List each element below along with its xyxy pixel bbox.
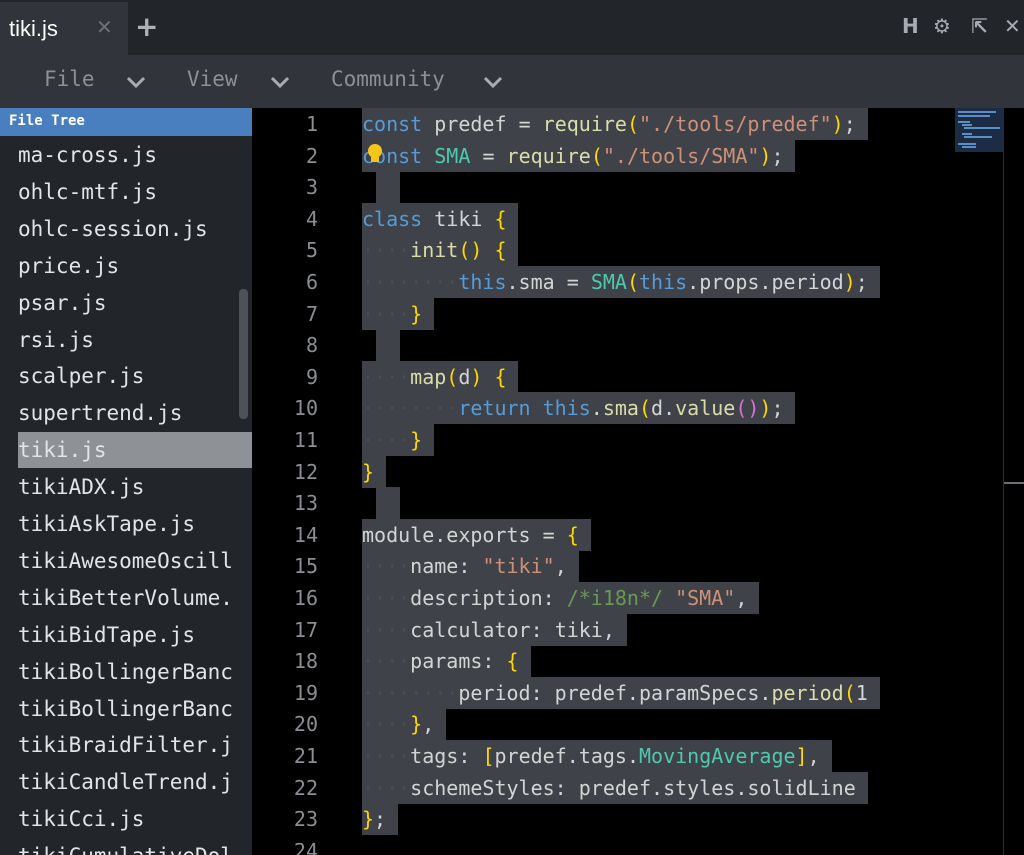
line-number: 18: [293, 649, 318, 674]
file-tree-item[interactable]: tikiBetterVolume.: [18, 580, 252, 616]
file-tree-item[interactable]: ohlc-mtf.js: [18, 174, 252, 210]
file-tree-item[interactable]: rsi.js: [18, 322, 252, 358]
scrollbar-marker: [1004, 482, 1024, 484]
minimap[interactable]: [955, 108, 1003, 152]
line-number: 5: [305, 238, 318, 263]
line-number-gutter: 1 2 3 4 5 6 7 8 9 10 11 12 13 14 15 16 17 18 19 20 21 22 23 24: [252, 108, 352, 855]
chevron-down-icon[interactable]: [123, 69, 149, 93]
line-number: 23: [293, 807, 318, 832]
file-tree-item[interactable]: tikiADX.js: [18, 469, 252, 505]
file-tree-item[interactable]: ohlc-session.js: [18, 211, 252, 247]
file-tree-item[interactable]: tikiCandleTrend.j: [18, 764, 252, 800]
file-tree-item[interactable]: price.js: [18, 248, 252, 284]
line-number: 9: [305, 364, 318, 389]
file-tree-item[interactable]: supertrend.js: [18, 395, 252, 431]
line-number: 17: [293, 617, 318, 642]
gear-icon[interactable]: ⚙: [933, 14, 951, 38]
code-line: }: [362, 459, 375, 484]
line-number: 4: [305, 206, 318, 231]
selection-highlight: [376, 171, 401, 204]
file-tree-header: File Tree: [0, 108, 252, 136]
file-tree-scrollbar[interactable]: [239, 289, 248, 419]
line-number: 24: [293, 838, 318, 855]
code-line: ········this.sma = SMA(this.props.period…: [362, 270, 868, 294]
code-line: ····description: /*i18n*/ "SMA",: [362, 586, 748, 610]
file-tree-item[interactable]: ma-cross.js: [18, 137, 252, 173]
code-line: ····}: [362, 301, 423, 326]
file-tree-item[interactable]: tikiBollingerBanc: [18, 654, 252, 690]
code-line: module.exports = {: [362, 522, 579, 547]
chevron-down-icon[interactable]: [267, 69, 293, 93]
line-number: 19: [293, 680, 318, 705]
code-line: const predef = require("./tools/predef")…: [362, 112, 856, 136]
popout-icon[interactable]: ⇱: [971, 14, 988, 38]
line-number: 2: [305, 143, 318, 168]
file-tree-item[interactable]: tikiBollingerBanc: [18, 691, 252, 727]
file-tree-item[interactable]: tikiCci.js: [18, 801, 252, 837]
line-number: 12: [293, 459, 318, 484]
file-tree-title: File Tree: [9, 113, 85, 129]
file-tree-item[interactable]: tikiAwesomeOscill: [18, 543, 252, 579]
chevron-down-icon[interactable]: [480, 69, 506, 93]
code-line: ········period: predef.paramSpecs.period…: [362, 680, 868, 705]
line-number: 15: [293, 554, 318, 579]
menu-view[interactable]: View: [187, 67, 238, 91]
file-tree-item[interactable]: tikiBraidFilter.j: [18, 727, 252, 763]
header-toggle-icon[interactable]: H: [902, 14, 919, 38]
selection-highlight: [376, 487, 401, 520]
code-line: const SMA = require("./tools/SMA");: [362, 143, 784, 168]
code-line: class tiki {: [362, 206, 507, 231]
code-line: ····schemeStyles: predef.styles.solidLin…: [362, 775, 856, 800]
code-line: ····init() {: [362, 238, 507, 263]
file-tree-item[interactable]: tikiCumulativeDol: [18, 838, 252, 855]
file-tree-item[interactable]: tikiBidTape.js: [18, 617, 252, 653]
menu-community[interactable]: Community: [331, 67, 445, 91]
code-line: ····params: {: [362, 649, 519, 674]
code-line: ····name: "tiki",: [362, 554, 567, 579]
add-tab-icon[interactable]: +: [135, 10, 158, 43]
code-line: ····map(d) {: [362, 364, 507, 389]
file-tree-item[interactable]: psar.js: [18, 285, 252, 321]
line-number: 22: [293, 775, 318, 800]
close-window-icon[interactable]: ✕: [1004, 14, 1021, 38]
file-tree-item[interactable]: tiki.js: [18, 432, 252, 469]
line-number: 8: [305, 333, 318, 358]
line-number: 14: [293, 522, 318, 547]
code-line: ····calculator: tiki,: [362, 617, 615, 642]
selection-highlight: [376, 329, 401, 362]
code-line: ····}: [362, 428, 423, 452]
tab-bar: tiki.js ✕ + H ⚙ ⇱ ✕: [0, 0, 1024, 55]
line-number: 3: [305, 175, 318, 200]
tab-title: tiki.js: [9, 16, 58, 41]
line-number: 1: [305, 112, 318, 136]
line-number: 16: [293, 586, 318, 610]
file-tree-item[interactable]: scalper.js: [18, 358, 252, 394]
file-tree-item[interactable]: tikiAskTape.js: [18, 506, 252, 542]
file-tree-panel: File Tree ma-cross.js ohlc-mtf.js ohlc-ses…: [0, 108, 252, 855]
menu-bar: File View Community: [0, 55, 1024, 108]
menu-file[interactable]: File: [44, 67, 95, 91]
code-line: };: [362, 807, 387, 832]
tab-close-icon[interactable]: ✕: [96, 15, 113, 39]
line-number: 21: [293, 744, 318, 768]
line-number: 6: [305, 270, 318, 294]
line-number: 13: [293, 491, 318, 516]
line-number: 20: [293, 712, 318, 737]
tab-tiki-js[interactable]: tiki.js ✕: [0, 2, 128, 55]
code-line: ····},: [362, 712, 435, 737]
line-number: 10: [293, 396, 318, 421]
line-number: 7: [305, 301, 318, 326]
code-line: ········return this.sma(d.value());: [362, 396, 784, 421]
line-number: 11: [293, 428, 318, 452]
code-area[interactable]: const predef = require("./tools/predef")…: [362, 108, 1004, 855]
code-line: ····tags: [predef.tags.MovingAverage],: [362, 744, 820, 768]
code-editor[interactable]: 1 2 3 4 5 6 7 8 9 10 11 12 13 14 15 16 17 18 19 20 21 22 23 24 …: [252, 108, 1004, 855]
lightbulb-icon[interactable]: [365, 143, 385, 165]
